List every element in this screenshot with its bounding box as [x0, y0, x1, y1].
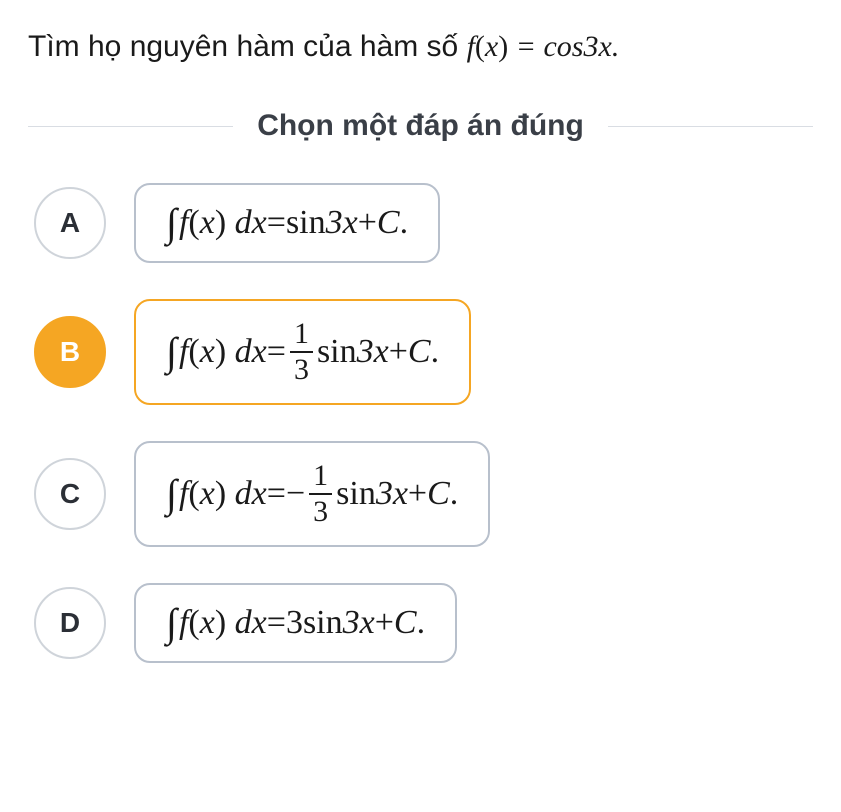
- option-b-eq: =: [267, 335, 286, 369]
- option-a[interactable]: A ∫f(x) dx = sin3x + C.: [34, 183, 807, 263]
- option-d-eq: =: [267, 606, 286, 640]
- question-var: x: [485, 30, 498, 63]
- option-a-close: ): [215, 206, 226, 240]
- option-c-den: 3: [309, 493, 332, 527]
- option-b-f: f: [179, 335, 188, 369]
- option-c-integral-icon: ∫: [166, 474, 177, 514]
- option-a-eq: =: [267, 206, 286, 240]
- option-a-d: d: [235, 206, 252, 240]
- question-open-paren: (: [475, 30, 485, 63]
- option-c-sin: sin: [336, 477, 376, 511]
- option-d-content[interactable]: ∫f(x) dx = 3sin3x + C.: [134, 583, 457, 663]
- option-c-bubble[interactable]: C: [34, 458, 106, 530]
- option-b-letter: B: [60, 336, 80, 368]
- option-d-open: (: [188, 606, 199, 640]
- option-a-content[interactable]: ∫f(x) dx = sin3x + C.: [134, 183, 440, 263]
- option-c-period: .: [450, 477, 459, 511]
- option-c-neg: −: [286, 477, 305, 511]
- instruction-text: Chọn một đáp án đúng: [233, 109, 608, 143]
- option-b-integral-icon: ∫: [166, 332, 177, 372]
- question-text: Tìm họ nguyên hàm của hàm số f(x) = cos3…: [28, 24, 813, 69]
- divider-left: [28, 126, 233, 127]
- option-b-var: x: [200, 335, 215, 369]
- option-d-sin: sin: [303, 606, 343, 640]
- question-close-paren: ): [498, 30, 508, 63]
- option-b-period: .: [431, 335, 440, 369]
- instruction-row: Chọn một đáp án đúng: [28, 109, 813, 143]
- option-a-letter: A: [60, 207, 80, 239]
- option-c-content[interactable]: ∫f(x) dx = − 1 3 sin3x + C.: [134, 441, 490, 547]
- question-eq: =: [508, 30, 543, 63]
- option-b-close: ): [215, 335, 226, 369]
- divider-right: [608, 126, 813, 127]
- option-c-d: d: [235, 477, 252, 511]
- option-d-d: d: [235, 606, 252, 640]
- option-b-plus: +: [389, 335, 408, 369]
- option-b-num: 1: [290, 319, 313, 351]
- option-d-f: f: [179, 606, 188, 640]
- option-c-arg: 3x: [376, 477, 408, 511]
- option-a-bubble[interactable]: A: [34, 187, 106, 259]
- option-c-x: x: [252, 477, 267, 511]
- option-b-bubble[interactable]: B: [34, 316, 106, 388]
- option-a-sin: sin: [286, 206, 326, 240]
- option-b-d: d: [235, 335, 252, 369]
- option-a-period: .: [400, 206, 409, 240]
- option-b-fraction: 1 3: [290, 319, 313, 385]
- option-d-c: C: [394, 606, 417, 640]
- option-d-var: x: [200, 606, 215, 640]
- question-prefix: Tìm họ nguyên hàm của hàm số: [28, 30, 467, 63]
- option-c-letter: C: [60, 478, 80, 510]
- option-a-open: (: [188, 206, 199, 240]
- option-d-integral-icon: ∫: [166, 603, 177, 643]
- option-b-content[interactable]: ∫f(x) dx = 1 3 sin3x + C.: [134, 299, 471, 405]
- option-c-plus: +: [408, 477, 427, 511]
- option-a-plus: +: [358, 206, 377, 240]
- option-d[interactable]: D ∫f(x) dx = 3sin3x + C.: [34, 583, 807, 663]
- option-d-period: .: [417, 606, 426, 640]
- option-c-var: x: [200, 477, 215, 511]
- option-a-var: x: [200, 206, 215, 240]
- question-cos: cos: [543, 30, 583, 63]
- option-b-x: x: [252, 335, 267, 369]
- option-b[interactable]: B ∫f(x) dx = 1 3 sin3x + C.: [34, 299, 807, 405]
- option-d-arg: 3x: [343, 606, 375, 640]
- option-b-den: 3: [290, 351, 313, 385]
- option-c-fraction: 1 3: [309, 461, 332, 527]
- option-a-arg: 3x: [326, 206, 358, 240]
- option-c-f: f: [179, 477, 188, 511]
- option-d-close: ): [215, 606, 226, 640]
- option-c-c: C: [427, 477, 450, 511]
- option-c-eq: =: [267, 477, 286, 511]
- option-b-sin: sin: [317, 335, 357, 369]
- option-c-open: (: [188, 477, 199, 511]
- option-c[interactable]: C ∫f(x) dx = − 1 3 sin3x + C.: [34, 441, 807, 547]
- option-d-coef: 3: [286, 606, 303, 640]
- option-a-x: x: [252, 206, 267, 240]
- option-b-c: C: [408, 335, 431, 369]
- option-d-bubble[interactable]: D: [34, 587, 106, 659]
- question-arg: 3x: [583, 30, 611, 63]
- option-d-plus: +: [375, 606, 394, 640]
- option-d-letter: D: [60, 607, 80, 639]
- option-b-arg: 3x: [357, 335, 389, 369]
- question-period: .: [612, 30, 620, 63]
- option-b-open: (: [188, 335, 199, 369]
- option-c-num: 1: [309, 461, 332, 493]
- option-a-integral-icon: ∫: [166, 203, 177, 243]
- options-list: A ∫f(x) dx = sin3x + C. B ∫f(x) dx = 1 3…: [28, 183, 813, 663]
- option-a-f: f: [179, 206, 188, 240]
- option-a-c: C: [377, 206, 400, 240]
- question-f: f: [467, 30, 475, 63]
- option-c-close: ): [215, 477, 226, 511]
- option-d-x: x: [252, 606, 267, 640]
